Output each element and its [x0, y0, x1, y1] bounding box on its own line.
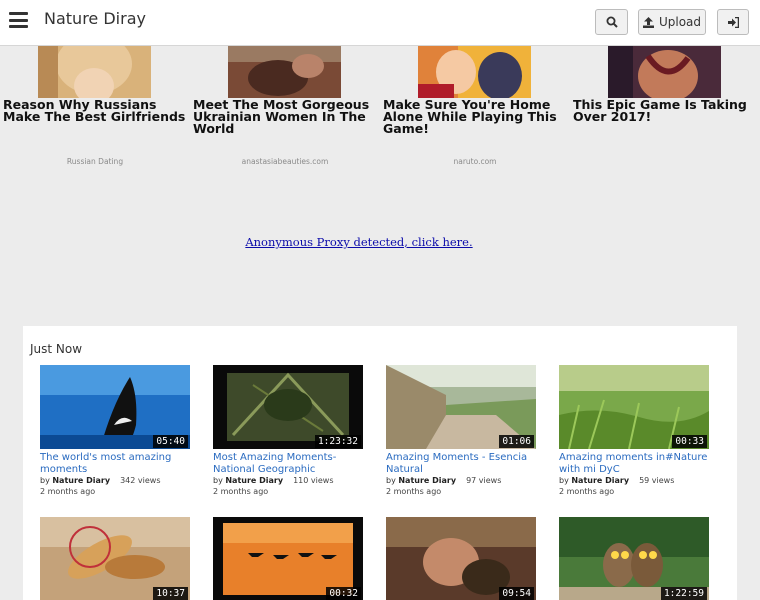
upload-button[interactable]: Upload — [638, 9, 706, 35]
video-duration: 1:22:59 — [660, 587, 707, 600]
video-thumbnail[interactable]: 01:06 — [386, 365, 536, 449]
video-time: 2 months ago — [40, 487, 96, 496]
video-card[interactable]: 01:06 Amazing Moments - Esencia Natural … — [386, 365, 536, 497]
menu-icon[interactable] — [9, 12, 28, 28]
video-title[interactable]: Amazing Moments - Esencia Natural — [386, 452, 536, 475]
video-meta: by Nature Diary 110 views — [213, 475, 363, 486]
video-author[interactable]: Nature Diary — [225, 476, 283, 485]
login-button[interactable] — [717, 9, 749, 35]
video-meta: by Nature Diary 59 views — [559, 475, 709, 486]
video-card[interactable]: 1:22:59 — [559, 517, 709, 600]
video-card[interactable]: 00:32 — [213, 517, 363, 600]
sign-in-icon — [727, 16, 739, 28]
ad-image[interactable] — [228, 46, 341, 98]
by-label: by — [386, 476, 396, 485]
by-label: by — [213, 476, 223, 485]
ad-title[interactable]: Meet The Most Gorgeous Ukrainian Women I… — [193, 98, 377, 135]
by-label: by — [559, 476, 569, 485]
video-thumbnail[interactable]: 00:32 — [213, 517, 363, 600]
video-duration: 1:23:32 — [314, 435, 361, 448]
video-time: 2 months ago — [559, 487, 615, 496]
video-meta: by Nature Diary 97 views — [386, 475, 536, 486]
search-button[interactable] — [595, 9, 628, 35]
ad-source[interactable]: Russian Dating — [3, 157, 187, 166]
video-views: 342 views — [120, 476, 161, 485]
video-thumbnail[interactable]: 00:33 — [559, 365, 709, 449]
upload-label: Upload — [658, 15, 702, 29]
video-thumbnail[interactable]: 05:40 — [40, 365, 190, 449]
ad-title[interactable]: Make Sure You're Home Alone While Playin… — [383, 98, 567, 135]
video-thumbnail[interactable]: 10:37 — [40, 517, 190, 600]
video-thumbnail[interactable]: 09:54 — [386, 517, 536, 600]
top-navbar: Nature Diray Upload — [0, 0, 760, 46]
video-author[interactable]: Nature Diary — [52, 476, 110, 485]
ad-title[interactable]: This Epic Game Is Taking Over 2017! — [573, 98, 757, 123]
section-title: Just Now — [30, 342, 83, 356]
ad-title[interactable]: Reason Why Russians Make The Best Girlfr… — [3, 98, 187, 123]
ad-image[interactable] — [608, 46, 721, 98]
ad-image[interactable] — [38, 46, 151, 98]
by-label: by — [40, 476, 50, 485]
site-brand[interactable]: Nature Diray — [44, 9, 146, 28]
video-views: 59 views — [639, 476, 675, 485]
proxy-notice-link[interactable]: Anonymous Proxy detected, click here. — [0, 235, 718, 249]
video-title[interactable]: Most Amazing Moments- National Geographi… — [213, 452, 363, 475]
video-views: 97 views — [466, 476, 502, 485]
just-now-panel: Just Now 05:40 The world's most amazing … — [23, 326, 737, 600]
upload-icon — [642, 16, 654, 28]
ad-source[interactable]: anastasiabeauties.com — [193, 157, 377, 166]
video-duration: 05:40 — [153, 435, 188, 448]
video-duration: 10:37 — [153, 587, 188, 600]
video-card[interactable]: 00:33 Amazing moments in#Nature with mi … — [559, 365, 709, 497]
video-duration: 00:32 — [326, 587, 361, 600]
ad-source[interactable]: naruto.com — [383, 157, 567, 166]
video-author[interactable]: Nature Diary — [398, 476, 456, 485]
video-duration: 09:54 — [499, 587, 534, 600]
video-time: 2 months ago — [386, 487, 442, 496]
video-duration: 01:06 — [499, 435, 534, 448]
video-time: 2 months ago — [213, 487, 269, 496]
search-icon — [606, 16, 618, 28]
video-title[interactable]: Amazing moments in#Nature with mi DyC — [559, 452, 709, 475]
ad-image[interactable] — [418, 46, 531, 98]
video-thumbnail[interactable]: 1:23:32 — [213, 365, 363, 449]
video-card[interactable]: 09:54 — [386, 517, 536, 600]
video-views: 110 views — [293, 476, 334, 485]
video-duration: 00:33 — [672, 435, 707, 448]
video-card[interactable]: 10:37 — [40, 517, 190, 600]
video-card[interactable]: 1:23:32 Most Amazing Moments- National G… — [213, 365, 363, 497]
video-meta: by Nature Diary 342 views — [40, 475, 190, 486]
video-thumbnail[interactable]: 1:22:59 — [559, 517, 709, 600]
video-card[interactable]: 05:40 The world's most amazing moments b… — [40, 365, 190, 497]
video-title[interactable]: The world's most amazing moments — [40, 452, 190, 475]
video-author[interactable]: Nature Diary — [571, 476, 629, 485]
